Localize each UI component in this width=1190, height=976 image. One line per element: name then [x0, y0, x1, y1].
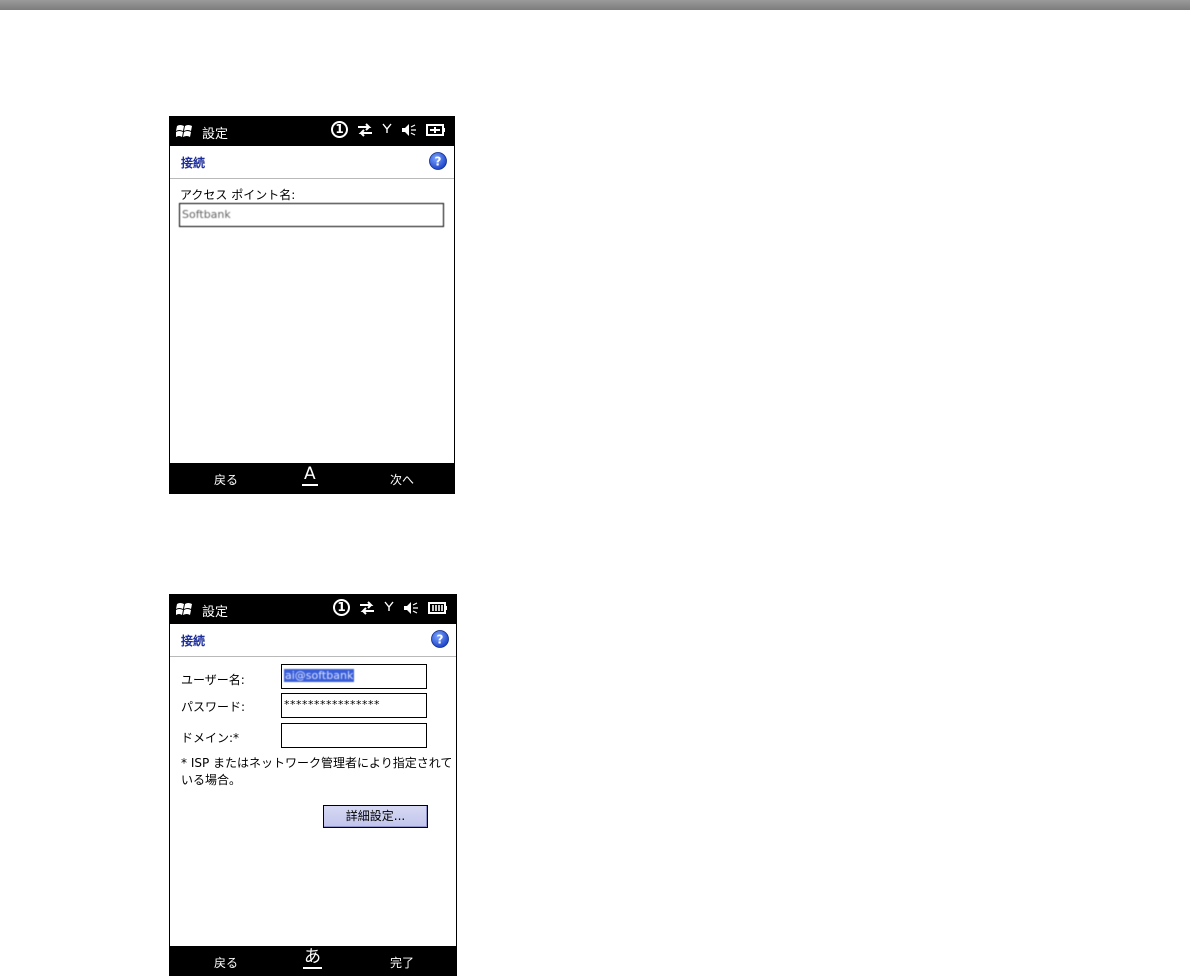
apn-input[interactable]: Softbank — [179, 203, 444, 227]
phone-screen-credentials: 設定 1 接続 ? ユーザー名: ai@softbank パスワード: ****… — [169, 594, 457, 976]
status-bar: 設定 1 — [170, 595, 456, 624]
page-title: 接続 — [181, 634, 206, 648]
signal-icon — [382, 123, 392, 133]
username-label: ユーザー名: — [181, 673, 245, 687]
help-icon[interactable]: ? — [431, 630, 449, 648]
domain-note: * ISP またはネットワーク管理者により指定されている場合。 — [181, 756, 453, 787]
status-bar: 設定 1 — [170, 117, 454, 146]
windows-logo-icon[interactable] — [176, 123, 193, 139]
statusbar-title[interactable]: 設定 — [202, 601, 228, 620]
back-softkey[interactable]: 戻る — [214, 471, 238, 488]
data-sync-icon — [360, 600, 374, 615]
username-value: ai@softbank — [284, 669, 355, 682]
status-icons[interactable]: 1 — [331, 121, 446, 138]
domain-label: ドメイン:* — [181, 731, 240, 745]
line-number-icon: 1 — [331, 121, 348, 138]
windows-logo-icon[interactable] — [176, 601, 193, 617]
statusbar-title[interactable]: 設定 — [202, 123, 228, 142]
help-icon[interactable]: ? — [429, 152, 447, 170]
softkey-bar: 戻る あ 完了 — [170, 946, 456, 976]
battery-icon — [426, 123, 445, 136]
battery-full-icon — [428, 601, 447, 614]
password-input[interactable]: **************** — [281, 693, 427, 718]
advanced-settings-button[interactable]: 詳細設定... — [323, 805, 428, 828]
line-number-icon: 1 — [333, 599, 350, 616]
volume-muted-icon — [402, 123, 416, 136]
page-header: 接続 ? — [170, 624, 456, 657]
page-title: 接続 — [181, 156, 206, 170]
back-softkey[interactable]: 戻る — [214, 954, 238, 971]
top-rule — [0, 0, 1190, 10]
username-input[interactable]: ai@softbank — [281, 664, 427, 689]
softkey-bar: 戻る A 次へ — [170, 463, 454, 493]
next-softkey[interactable]: 次へ — [390, 471, 414, 488]
status-icons[interactable]: 1 — [333, 599, 448, 616]
password-label: パスワード: — [181, 700, 246, 714]
input-mode-icon[interactable]: あ — [303, 947, 322, 969]
input-mode-icon[interactable]: A — [302, 465, 318, 486]
phone-screen-access-point: 設定 1 接続 ? アクセス ポイント名: Softbank 戻る A 次へ — [169, 116, 455, 494]
svg-text:?: ? — [437, 633, 444, 647]
apn-label: アクセス ポイント名: — [180, 188, 296, 202]
volume-muted-icon — [404, 601, 418, 614]
svg-text:?: ? — [435, 155, 442, 169]
domain-input[interactable] — [281, 723, 427, 748]
data-sync-icon — [358, 122, 372, 137]
done-softkey[interactable]: 完了 — [390, 954, 414, 971]
page-header: 接続 ? — [170, 146, 454, 179]
signal-icon — [384, 601, 394, 611]
